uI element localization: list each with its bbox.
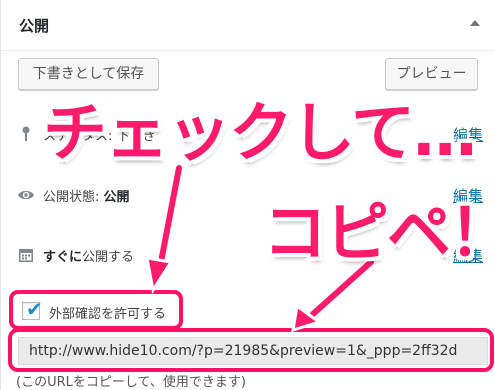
visibility-text: 公開状態: 公開 xyxy=(43,186,130,205)
panel-header[interactable]: 公開 xyxy=(1,0,495,51)
triangle-up-icon[interactable] xyxy=(470,20,480,26)
visibility-value: 公開 xyxy=(103,190,130,205)
preview-url-note: (このURLをコピーして、使用できます) xyxy=(16,375,246,390)
schedule-suffix: 公開する xyxy=(82,250,135,265)
allow-external-preview-checkbox[interactable]: ✔ xyxy=(22,297,43,321)
external-preview-highlight: ✔ 外部確認を許可する xyxy=(9,290,183,330)
calendar-icon xyxy=(19,249,33,262)
callout-copy-text: コピペ！ xyxy=(263,197,495,271)
callout-check-text: チェックして… xyxy=(43,97,477,171)
publish-panel: 公開 下書きとして保存 プレビュー ステータス: 下書き 編集 公開状態: 公開… xyxy=(0,0,495,390)
schedule-prefix: すぐに xyxy=(43,250,83,265)
visibility-label: 公開状態: xyxy=(43,190,100,205)
preview-url-field[interactable]: http://www.hide10.com/?p=21985&preview=1… xyxy=(18,337,488,365)
allow-external-preview-label[interactable]: 外部確認を許可する xyxy=(49,303,166,322)
eye-icon xyxy=(18,190,34,200)
checkmark-icon: ✔ xyxy=(26,297,43,321)
pin-icon xyxy=(22,126,30,141)
schedule-text: すぐに公開する xyxy=(43,246,134,265)
preview-url-highlight: http://www.hide10.com/?p=21985&preview=1… xyxy=(8,328,494,372)
panel-title: 公開 xyxy=(19,17,50,35)
